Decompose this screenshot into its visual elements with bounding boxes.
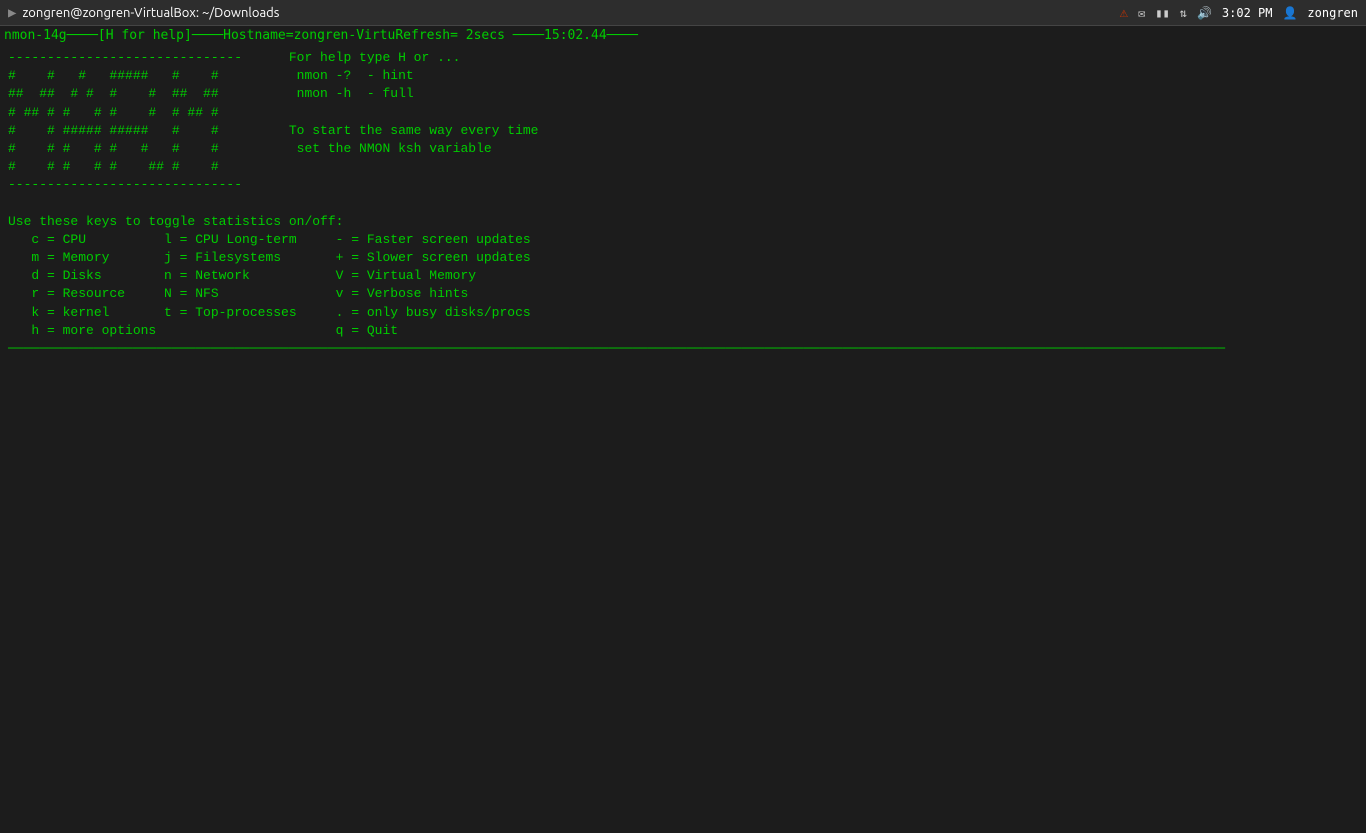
terminal-content[interactable]: ------------------------------ For help … (0, 45, 1366, 362)
terminal-window[interactable]: nmon-14g────[H for help]────Hostname=zon… (0, 26, 1366, 833)
alert-icon: ⚠ (1120, 5, 1128, 21)
titlebar-left: ▶ zongren@zongren-VirtualBox: ~/Download… (8, 5, 279, 21)
user-icon: 👤 (1282, 6, 1297, 20)
nmon-status-bar: nmon-14g────[H for help]────Hostname=zon… (0, 26, 1366, 45)
clock: 3:02 PM (1222, 6, 1273, 20)
titlebar-right: ⚠ ✉ ▮▮ ⇅ 🔊 3:02 PM 👤 zongren (1120, 5, 1358, 21)
battery-icon: ▮▮ (1155, 6, 1169, 20)
email-icon[interactable]: ✉ (1138, 6, 1145, 20)
window-title: zongren@zongren-VirtualBox: ~/Downloads (22, 6, 279, 20)
terminal-icon: ▶ (8, 5, 16, 21)
titlebar: ▶ zongren@zongren-VirtualBox: ~/Download… (0, 0, 1366, 26)
network-arrows-icon: ⇅ (1180, 6, 1187, 20)
volume-icon: 🔊 (1197, 6, 1212, 20)
username: zongren (1307, 6, 1358, 20)
